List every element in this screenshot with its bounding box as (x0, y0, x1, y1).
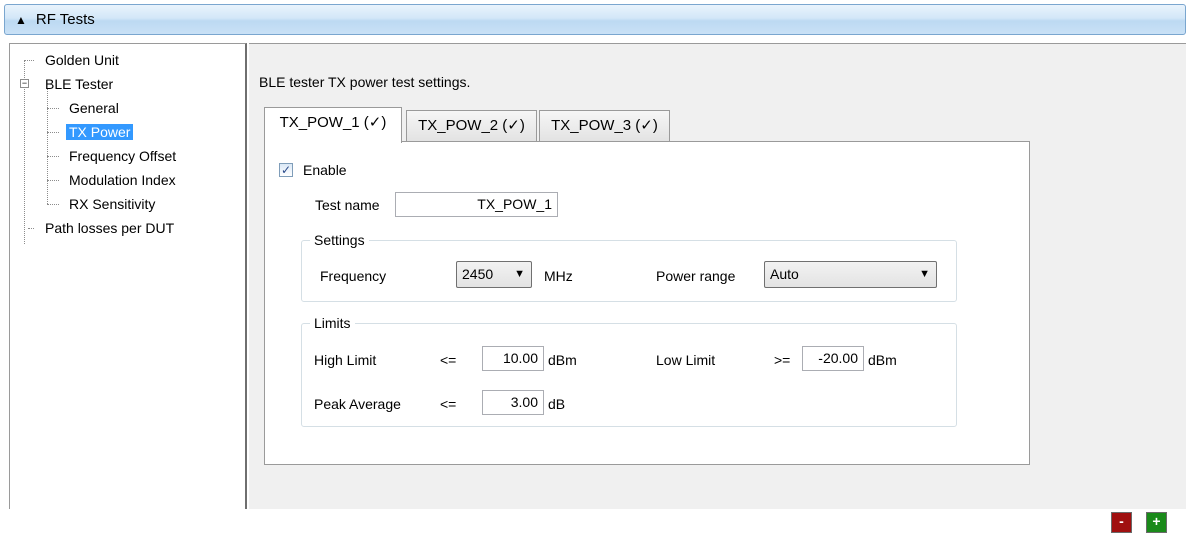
frequency-select[interactable]: 2450 ▼ (456, 261, 532, 288)
tree-item-label: General (69, 100, 119, 116)
high-limit-label: High Limit (314, 352, 377, 368)
peak-average-unit: dB (548, 396, 566, 412)
settings-panel: BLE tester TX power test settings. TX_PO… (249, 43, 1186, 533)
tree-item-label: Modulation Index (69, 172, 176, 188)
tree-line (47, 132, 59, 133)
tab-tx-pow-1[interactable]: TX_POW_1 (✓) (264, 107, 402, 143)
power-range-select[interactable]: Auto ▼ (764, 261, 937, 288)
tree-line (47, 204, 59, 205)
peak-average-field[interactable]: 3.00 (482, 390, 544, 415)
limits-legend: Limits (310, 315, 355, 331)
low-limit-field[interactable]: -20.00 (802, 346, 864, 371)
tab-tx-pow-3[interactable]: TX_POW_3 (✓) (539, 110, 670, 141)
peak-average-label: Peak Average (314, 396, 401, 412)
tree-item-label: Golden Unit (45, 52, 119, 68)
frequency-label: Frequency (320, 268, 387, 284)
enable-checkbox[interactable]: ✓ (279, 163, 293, 177)
tree-item-label: BLE Tester (45, 76, 114, 92)
tree-line (47, 156, 59, 157)
test-tree: − Golden Unit BLE Tester General TX Powe… (9, 43, 247, 509)
low-limit-label: Low Limit (656, 352, 716, 368)
collapse-arrow-icon[interactable]: ▲ (15, 13, 27, 27)
section-title: RF Tests (35, 11, 95, 28)
tree-item-label: RX Sensitivity (69, 196, 156, 212)
tree-item-label: TX Power (66, 124, 134, 140)
settings-group: Settings Frequency 2450 ▼ MHz Power rang… (301, 232, 957, 302)
chevron-down-icon: ▼ (919, 268, 930, 280)
tree-item-ble-tester[interactable]: BLE Tester (42, 74, 116, 95)
tree-line (47, 108, 59, 109)
tree-item-label: Frequency Offset (69, 148, 177, 164)
tree-item-general[interactable]: General (66, 98, 122, 119)
tree-line (24, 60, 34, 61)
tree-line (28, 228, 34, 229)
tab-content: ✓ Enable Test name TX_POW_1 Settings Fre… (264, 141, 1030, 465)
tree-item-label: Path losses per DUT (45, 220, 175, 236)
rf-tests-header[interactable]: ▲ RF Tests (4, 4, 1186, 35)
frequency-unit: MHz (544, 268, 573, 284)
high-limit-operator: <= (440, 352, 457, 368)
test-name-label: Test name (315, 197, 380, 213)
tree-item-modulation-index[interactable]: Modulation Index (66, 170, 179, 191)
peak-average-operator: <= (440, 396, 457, 412)
frequency-value: 2450 (462, 266, 494, 282)
tree-line (47, 180, 59, 181)
chevron-down-icon: ▼ (514, 268, 525, 280)
settings-legend: Settings (310, 232, 369, 248)
enable-label: Enable (303, 162, 347, 178)
panel-description: BLE tester TX power test settings. (259, 74, 471, 90)
high-limit-unit: dBm (548, 352, 577, 368)
test-name-field[interactable]: TX_POW_1 (395, 192, 558, 217)
collapse-node-icon[interactable]: − (20, 79, 29, 88)
tree-item-golden-unit[interactable]: Golden Unit (42, 50, 122, 71)
tree-item-frequency-offset[interactable]: Frequency Offset (66, 146, 179, 167)
remove-test-button[interactable]: - (1111, 512, 1132, 533)
tree-item-tx-power[interactable]: TX Power (66, 122, 134, 143)
power-range-label: Power range (656, 268, 736, 284)
low-limit-unit: dBm (868, 352, 897, 368)
tab-tx-pow-2[interactable]: TX_POW_2 (✓) (406, 110, 537, 141)
power-range-value: Auto (770, 266, 799, 282)
tree-item-path-losses[interactable]: Path losses per DUT (42, 218, 177, 239)
tree-line-child (47, 89, 48, 204)
low-limit-operator: >= (774, 352, 791, 368)
high-limit-field[interactable]: 10.00 (482, 346, 544, 371)
add-test-button[interactable]: + (1146, 512, 1167, 533)
limits-group: Limits High Limit <= 10.00 dBm Low Limit… (301, 315, 957, 427)
tree-item-rx-sensitivity[interactable]: RX Sensitivity (66, 194, 158, 215)
